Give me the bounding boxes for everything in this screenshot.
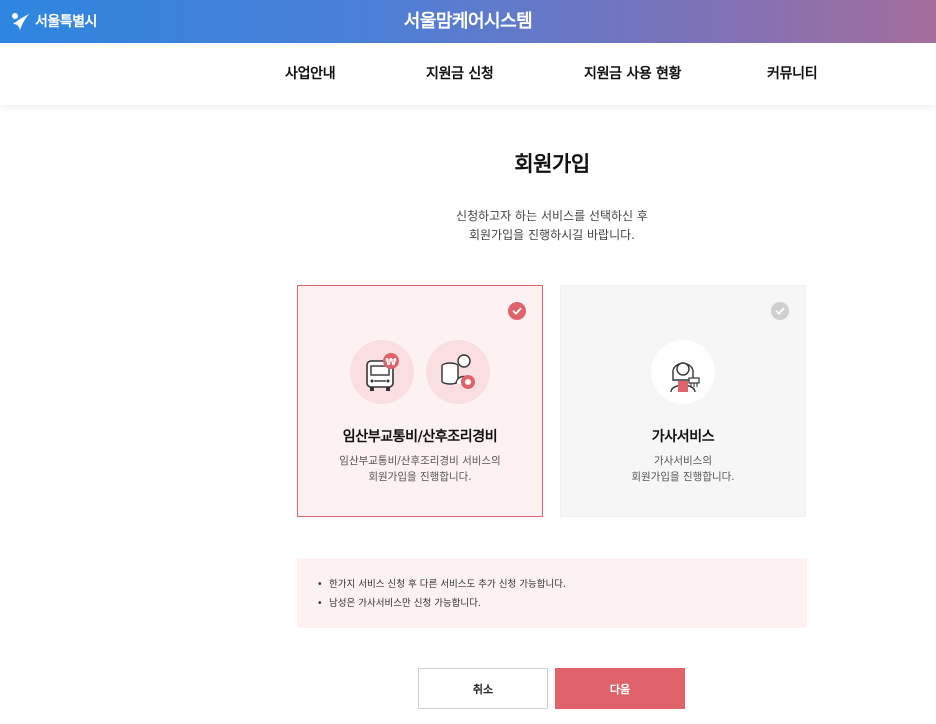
card-description-line: 임산부교통비/산후조리경비 서비스의: [339, 455, 501, 467]
bus-won-icon: ₩: [350, 340, 414, 404]
card-description-line: 가사서비스의: [654, 455, 712, 467]
page-title: 회원가입: [514, 152, 590, 176]
main-navigation: 사업안내 지원금 신청 지원금 사용 현황 커뮤니티: [0, 43, 936, 105]
check-selected-icon: [508, 302, 526, 320]
service-card-housekeeping[interactable]: 가사서비스 가사서비스의 회원가입을 진행합니다.: [560, 285, 806, 517]
card-description-line: 회원가입을 진행합니다.: [368, 471, 472, 483]
notice-text: 한가지 서비스 신청 후 다른 서비스도 추가 신청 가능합니다.: [329, 579, 566, 590]
bullet: •: [317, 598, 323, 609]
card-description: 가사서비스의 회원가입을 진행합니다.: [561, 453, 805, 485]
bullet: •: [317, 579, 323, 590]
page-description-line: 신청하고자 하는 서비스를 선택하신 후: [456, 209, 648, 223]
next-button[interactable]: 다음: [555, 668, 685, 709]
check-unselected-icon: [771, 302, 789, 320]
nav-item-subsidy-usage[interactable]: 지원금 사용 현황: [584, 43, 682, 105]
notice-box: • 한가지 서비스 신청 후 다른 서비스도 추가 신청 가능합니다. • 남성은 …: [297, 558, 807, 628]
top-header-bar: 서울특별시 서울맘케어시스템: [0, 0, 936, 43]
page-description-line: 회원가입을 진행하시길 바랍니다.: [468, 228, 635, 242]
site-title[interactable]: 서울맘케어시스템: [0, 0, 936, 43]
page-description: 신청하고자 하는 서비스를 선택하신 후 회원가입을 진행하시길 바랍니다.: [0, 207, 936, 245]
card-description-line: 회원가입을 진행합니다.: [631, 471, 735, 483]
cancel-button[interactable]: 취소: [418, 668, 548, 709]
svg-text:₩: ₩: [385, 357, 396, 368]
card-description: 임산부교통비/산후조리경비 서비스의 회원가입을 진행합니다.: [298, 453, 542, 485]
card-icons: ₩: [298, 340, 542, 404]
nav-item-business-info[interactable]: 사업안내: [285, 43, 336, 105]
card-icons: [561, 340, 805, 404]
service-card-pregnancy[interactable]: ₩ 임산부교통비/산후조리경비 임산부교통비/산후조리경비 서비스의 회원가입을…: [297, 285, 543, 517]
card-title: 가사서비스: [651, 429, 715, 445]
notice-text: 남성은 가사서비스만 신청 가능합니다.: [329, 598, 481, 609]
card-title: 임산부교통비/산후조리경비: [342, 429, 498, 445]
notice-item: • 남성은 가사서비스만 신청 가능합니다.: [317, 594, 807, 613]
housekeeper-icon: [651, 340, 715, 404]
mother-coins-icon: [426, 340, 490, 404]
nav-item-community[interactable]: 커뮤니티: [767, 43, 818, 105]
nav-item-subsidy-apply[interactable]: 지원금 신청: [426, 43, 494, 105]
notice-item: • 한가지 서비스 신청 후 다른 서비스도 추가 신청 가능합니다.: [317, 575, 807, 594]
